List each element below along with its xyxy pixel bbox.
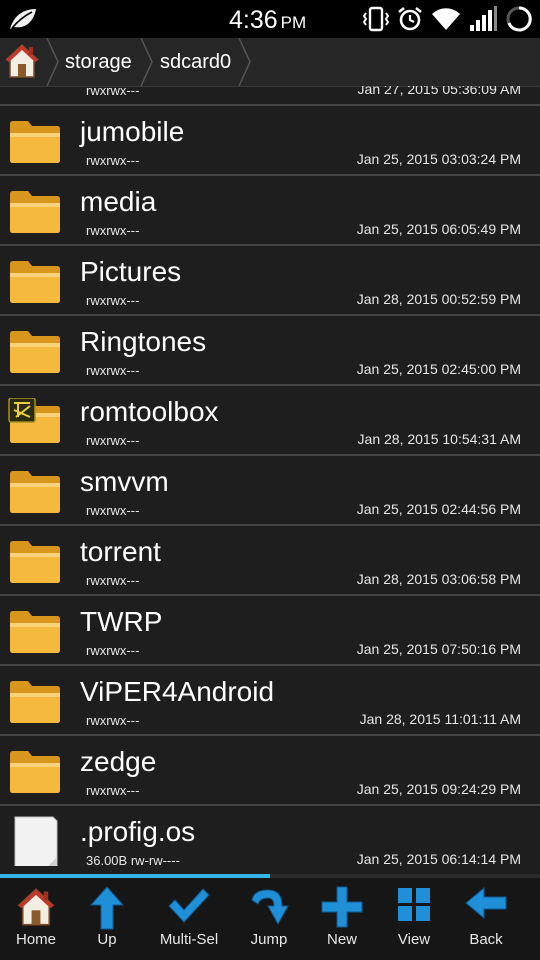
multi-select-button[interactable]: Multi-Sel — [150, 878, 228, 960]
item-date: Jan 25, 2015 02:45:00 PM — [356, 361, 521, 377]
folder-icon — [10, 191, 60, 233]
file-list: rwxrwx--- Jan 27, 2015 05:36:09 AM jumob… — [0, 86, 540, 874]
item-permissions: rwxrwx--- — [86, 86, 140, 98]
leaf-icon — [10, 9, 36, 29]
status-icons — [362, 4, 534, 34]
list-item[interactable]: .profig.os 36.00B rw-rw---- Jan 25, 2015… — [0, 806, 540, 874]
item-name: torrent — [80, 536, 161, 567]
item-name: ViPER4Android — [80, 676, 275, 707]
plus-icon — [321, 886, 363, 928]
item-size-permissions: 36.00B rw-rw---- — [86, 853, 180, 868]
breadcrumb: storage sdcard0 — [0, 38, 540, 87]
item-name: .profig.os — [80, 816, 196, 847]
home-icon[interactable] — [4, 42, 40, 80]
list-item[interactable]: rwxrwx--- Jan 27, 2015 05:36:09 AM — [0, 86, 540, 106]
bottom-toolbar: Home Up Multi-Sel Jump New View Back — [0, 878, 540, 960]
jump-arrow-icon — [251, 889, 289, 926]
item-permissions: rwxrwx--- — [86, 643, 140, 658]
up-button[interactable]: Up — [71, 878, 143, 960]
new-button[interactable]: New — [306, 878, 378, 960]
signal-icon — [470, 6, 497, 31]
view-button[interactable]: View — [378, 878, 450, 960]
file-icon — [14, 816, 58, 866]
clock-ampm: PM — [280, 13, 307, 32]
item-permissions: rwxrwx--- — [86, 223, 140, 238]
item-permissions: rwxrwx--- — [86, 573, 140, 588]
item-name: TWRP — [80, 606, 163, 637]
item-date: Jan 28, 2015 03:06:58 PM — [356, 571, 521, 587]
item-name: Ringtones — [80, 326, 207, 357]
item-name: Pictures — [80, 256, 182, 287]
item-permissions: rwxrwx--- — [86, 713, 140, 728]
item-permissions: rwxrwx--- — [86, 433, 140, 448]
item-permissions: rwxrwx--- — [86, 783, 140, 798]
vibrate-icon — [362, 6, 390, 32]
item-date: Jan 25, 2015 06:05:49 PM — [356, 221, 521, 237]
folder-icon — [10, 471, 60, 513]
home-label: Home — [15, 931, 56, 948]
new-label: New — [326, 931, 357, 948]
jump-label: Jump — [250, 931, 288, 948]
folder-icon — [10, 121, 60, 163]
alarm-icon — [398, 6, 422, 31]
list-item[interactable]: ViPER4Android rwxrwx--- Jan 28, 2015 11:… — [0, 666, 540, 736]
item-name: zedge — [80, 746, 157, 777]
item-date: Jan 28, 2015 11:01:11 AM — [359, 711, 521, 727]
list-item[interactable]: Ringtones rwxrwx--- Jan 25, 2015 02:45:0… — [0, 316, 540, 386]
list-item[interactable]: zedge rwxrwx--- Jan 25, 2015 09:24:29 PM — [0, 736, 540, 806]
up-arrow-icon — [90, 886, 124, 930]
back-button[interactable]: Back — [450, 878, 522, 960]
list-item[interactable]: torrent rwxrwx--- Jan 28, 2015 03:06:58 … — [0, 526, 540, 596]
status-bar: 4:36 PM — [0, 0, 540, 38]
item-permissions: rwxrwx--- — [86, 293, 140, 308]
clock: 4:36 PM — [229, 6, 306, 35]
item-date: Jan 25, 2015 06:14:14 PM — [356, 851, 521, 867]
item-name: media — [80, 186, 157, 217]
folder-icon — [10, 751, 60, 793]
item-permissions: rwxrwx--- — [86, 503, 140, 518]
list-item[interactable]: media rwxrwx--- Jan 25, 2015 06:05:49 PM — [0, 176, 540, 246]
list-item[interactable]: romtoolbox rwxrwx--- Jan 28, 2015 10:54:… — [0, 386, 540, 456]
list-item[interactable]: TWRP rwxrwx--- Jan 25, 2015 07:50:16 PM — [0, 596, 540, 666]
item-name: romtoolbox — [80, 396, 219, 427]
item-permissions: rwxrwx--- — [86, 153, 140, 168]
item-date: Jan 25, 2015 07:50:16 PM — [356, 641, 521, 657]
battery-ring-icon — [506, 6, 532, 32]
up-label: Up — [97, 931, 117, 948]
breadcrumb-separator — [46, 38, 59, 86]
breadcrumb-separator — [238, 38, 251, 86]
grid-view-icon — [398, 888, 430, 921]
list-item[interactable]: smvvm rwxrwx--- Jan 25, 2015 02:44:56 PM — [0, 456, 540, 526]
item-date: Jan 28, 2015 10:54:31 AM — [357, 431, 521, 447]
jump-button[interactable]: Jump — [233, 878, 305, 960]
item-date: Jan 25, 2015 03:03:24 PM — [356, 151, 521, 167]
breadcrumb-item-storage[interactable]: storage — [65, 51, 132, 74]
list-item[interactable]: jumobile rwxrwx--- Jan 25, 2015 03:03:24… — [0, 106, 540, 176]
item-date: Jan 27, 2015 05:36:09 AM — [357, 86, 521, 97]
folder-icon — [10, 541, 60, 583]
breadcrumb-separator — [140, 38, 153, 86]
view-label: View — [397, 931, 431, 948]
checkmark-icon — [168, 888, 210, 923]
back-arrow-icon — [465, 886, 507, 920]
folder-icon — [10, 611, 60, 653]
multi-select-label: Multi-Sel — [159, 931, 219, 948]
breadcrumb-item-sdcard0[interactable]: sdcard0 — [160, 51, 231, 74]
item-date: Jan 25, 2015 09:24:29 PM — [356, 781, 521, 797]
item-permissions: rwxrwx--- — [86, 363, 140, 378]
home-icon — [17, 888, 55, 926]
folder-icon — [10, 331, 60, 373]
item-date: Jan 25, 2015 02:44:56 PM — [356, 501, 521, 517]
folder-icon — [10, 261, 60, 303]
wifi-icon — [432, 8, 460, 31]
item-name: smvvm — [80, 466, 169, 497]
app-folder-icon — [8, 398, 60, 443]
folder-icon — [10, 681, 60, 723]
item-date: Jan 28, 2015 00:52:59 PM — [356, 291, 521, 307]
clock-time: 4:36 — [229, 6, 278, 34]
item-name: jumobile — [80, 116, 185, 147]
back-label: Back — [469, 931, 503, 948]
list-item[interactable]: Pictures rwxrwx--- Jan 28, 2015 00:52:59… — [0, 246, 540, 316]
home-button[interactable]: Home — [0, 878, 72, 960]
